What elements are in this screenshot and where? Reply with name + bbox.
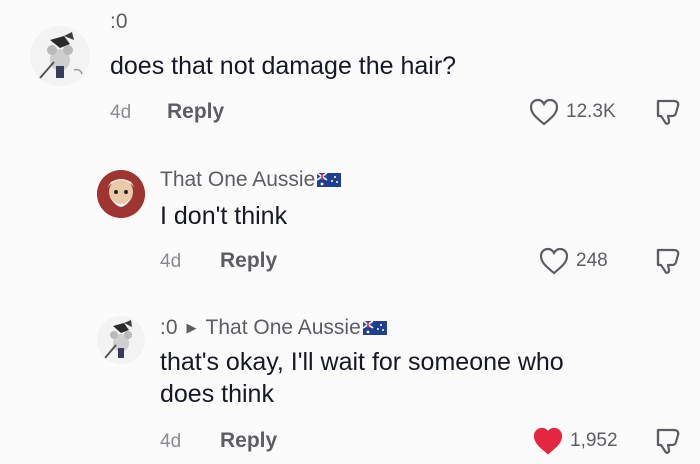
- like-count: 1,952: [570, 430, 618, 451]
- reply-button[interactable]: Reply: [167, 100, 224, 124]
- comment-1: :0 does that not damage the hair? 4d Rep…: [0, 0, 700, 140]
- reply-button[interactable]: Reply: [220, 249, 277, 273]
- heart-icon: [533, 427, 563, 455]
- dislike-icon: [656, 99, 680, 125]
- comment-text-line-1: that's okay, I'll wait for someone who: [160, 348, 564, 376]
- comment-username[interactable]: :0: [110, 10, 128, 34]
- heart-icon: [539, 247, 569, 275]
- comment-age: 4d: [160, 251, 182, 272]
- username-text: :0: [160, 316, 178, 339]
- comment-text: that's okay, I'll wait for someone who d…: [160, 346, 564, 410]
- like-count: 12.3K: [566, 101, 616, 122]
- avatar[interactable]: [97, 170, 145, 218]
- dislike-button[interactable]: [650, 426, 682, 461]
- comment-age: 4d: [110, 102, 132, 123]
- like-button[interactable]: 248: [538, 246, 608, 276]
- reply-button[interactable]: Reply: [220, 429, 277, 453]
- avatar[interactable]: [30, 26, 90, 86]
- avatar[interactable]: [97, 316, 145, 364]
- dislike-button[interactable]: [650, 97, 682, 132]
- username-text: That One Aussie: [160, 168, 316, 191]
- like-button[interactable]: 1,952: [532, 426, 618, 456]
- dislike-button[interactable]: [650, 246, 682, 281]
- comment-username[interactable]: :0 ▶ That One Aussie: [160, 316, 387, 340]
- dislike-icon: [656, 428, 680, 454]
- comment-text: does that not damage the hair?: [110, 52, 457, 80]
- reply-arrow-icon: ▶: [186, 320, 197, 335]
- australia-flag-icon: [362, 321, 387, 335]
- dislike-icon: [656, 248, 680, 274]
- australia-flag-icon: [317, 173, 342, 187]
- reply-to-username[interactable]: That One Aussie: [206, 316, 361, 339]
- comment-username[interactable]: That One Aussie: [160, 168, 342, 192]
- like-count: 248: [576, 250, 608, 271]
- comment-text-line-2: does think: [160, 380, 274, 408]
- comment-age: 4d: [160, 431, 182, 452]
- comment-text: I don't think: [160, 202, 288, 230]
- comment-2: That One Aussie I don't think 4d Reply 2…: [0, 150, 700, 290]
- like-button[interactable]: 12.3K: [528, 97, 616, 127]
- heart-icon: [529, 98, 559, 126]
- comment-3: :0 ▶ That One Aussie that's okay, I'll wai…: [0, 300, 700, 464]
